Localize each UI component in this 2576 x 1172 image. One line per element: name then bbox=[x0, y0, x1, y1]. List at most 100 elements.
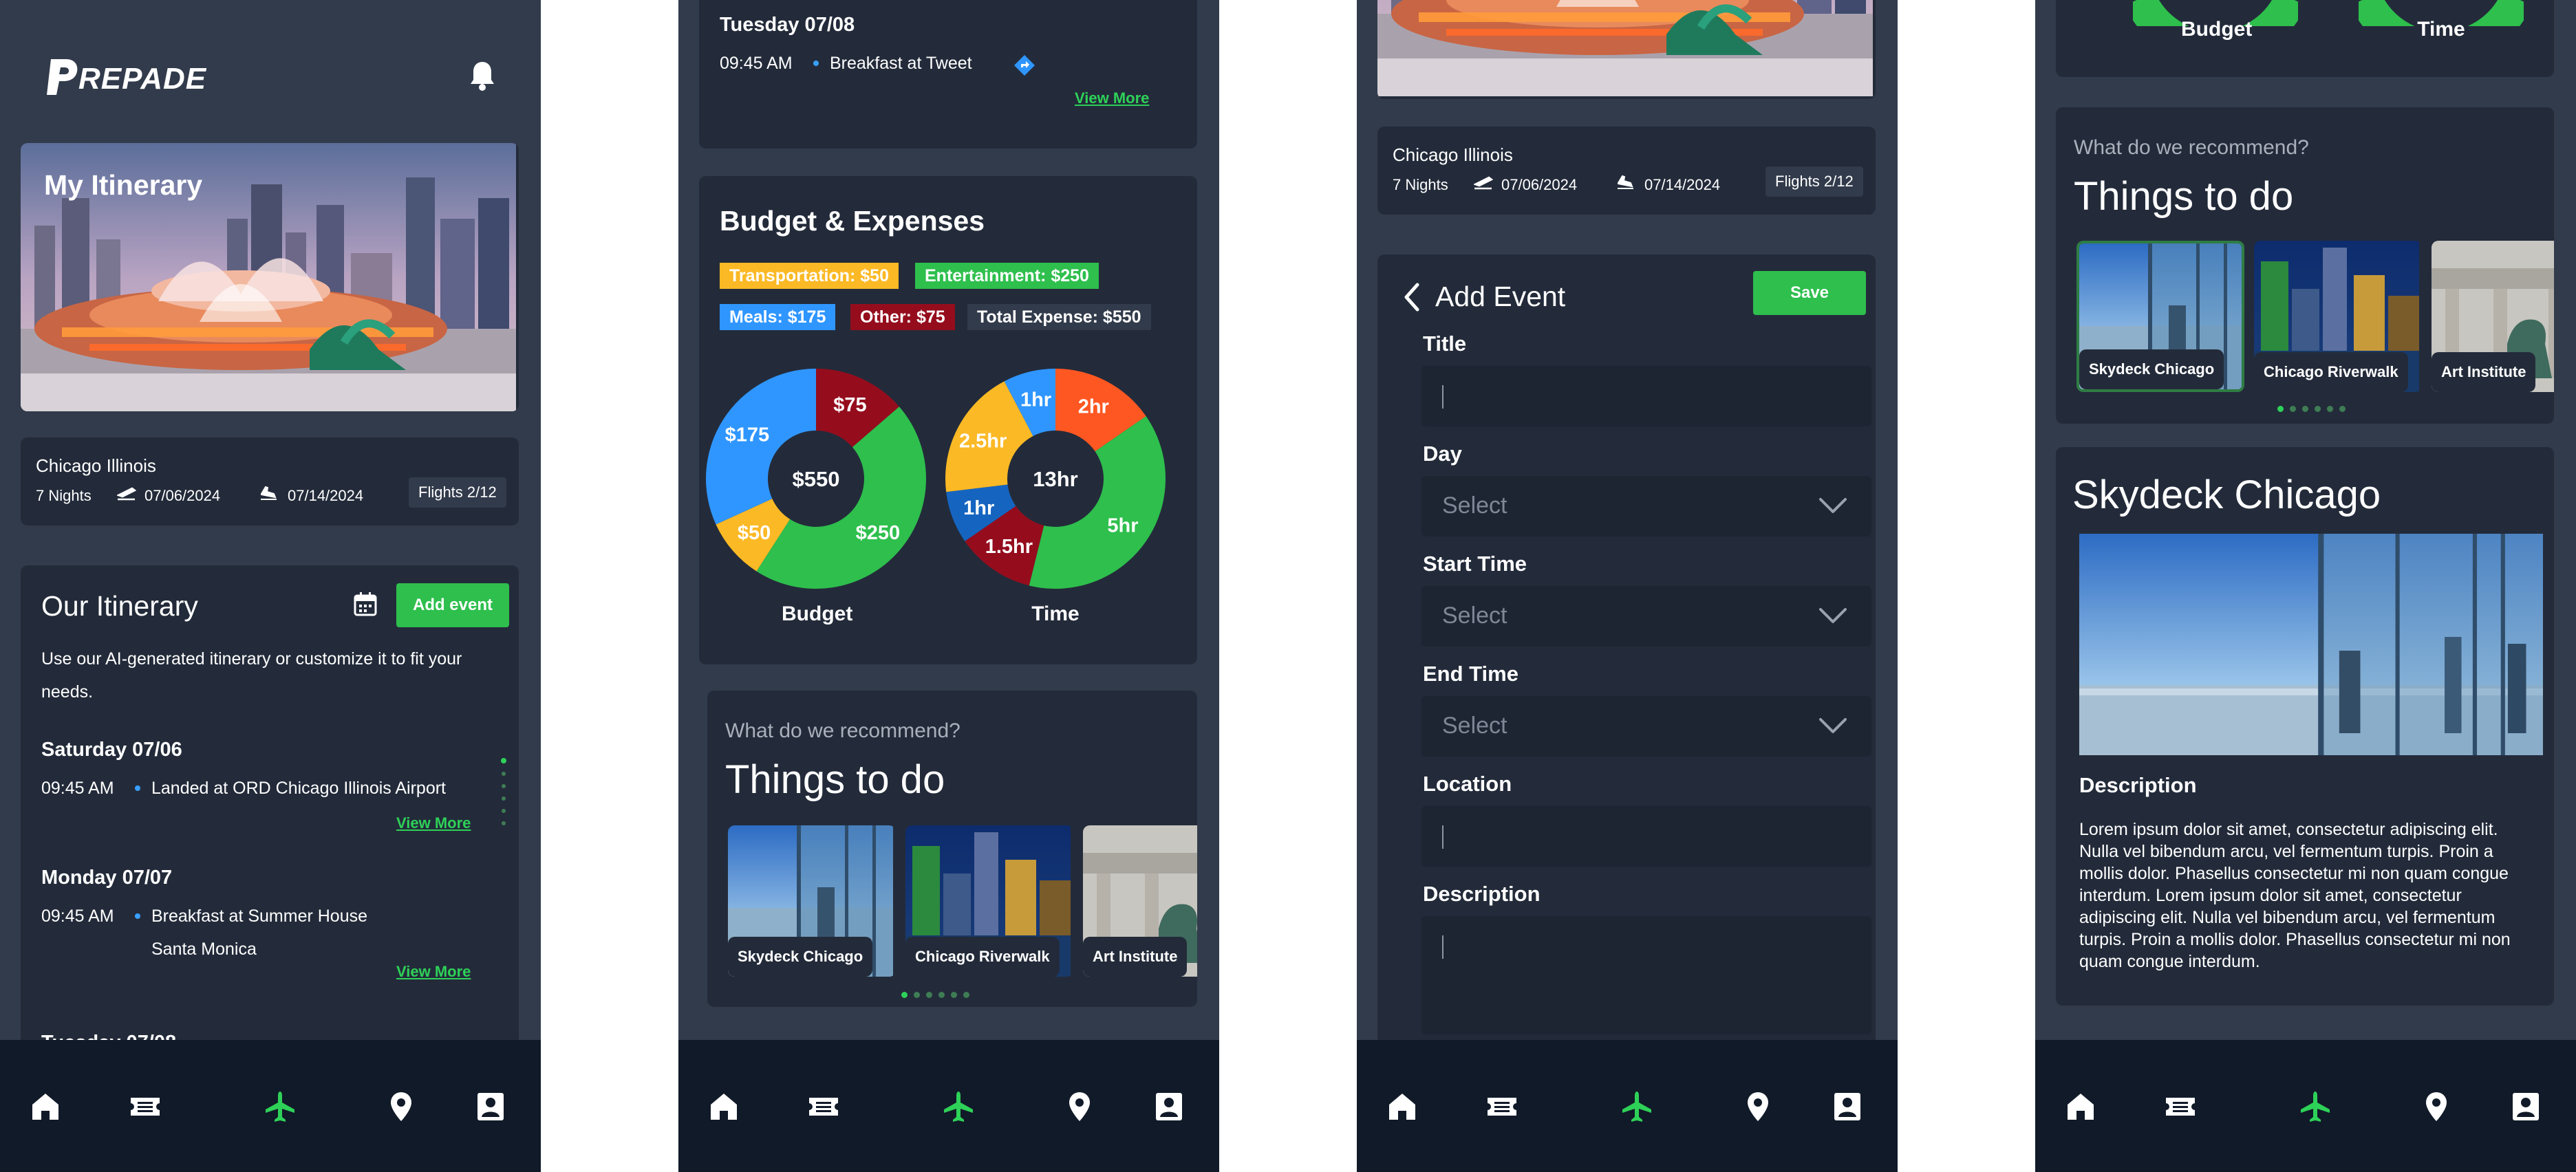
location-input[interactable] bbox=[1421, 806, 1871, 867]
carousel-item[interactable]: Chicago Riverwalk bbox=[2254, 241, 2422, 392]
donut-slice-label: 1hr bbox=[1020, 389, 1051, 411]
plane-icon[interactable] bbox=[941, 1089, 976, 1124]
location-pin-icon[interactable] bbox=[1741, 1089, 1775, 1124]
carousel-item[interactable]: Art Institute bbox=[1083, 825, 1197, 977]
ticket-icon[interactable] bbox=[1485, 1089, 1519, 1124]
carousel-item[interactable]: Skydeck Chicago bbox=[728, 825, 896, 977]
things-carousel[interactable]: Skydeck Chicago Chicago Riverwalk Art In… bbox=[2076, 241, 2554, 395]
add-event-title: Add Event bbox=[1435, 281, 1566, 312]
save-button[interactable]: Save bbox=[1753, 271, 1866, 315]
ticket-icon[interactable] bbox=[128, 1089, 162, 1124]
trip-summary-card: Chicago Illinois 7 Nights 07/06/2024 07/… bbox=[21, 437, 519, 525]
trip-city: Chicago Illinois bbox=[36, 455, 156, 476]
donut-slice-label: $50 bbox=[738, 522, 771, 544]
event-title: Breakfast at Tweet bbox=[830, 54, 972, 73]
location-pin-icon[interactable] bbox=[2419, 1089, 2454, 1124]
budget-chart-caption: Budget bbox=[782, 603, 853, 625]
time-donut-chart: 2hr 5hr 1.5hr 1hr 2.5hr 1hr 13hr bbox=[945, 369, 1166, 589]
chicago-fountain-image bbox=[1377, 0, 1876, 96]
event-time: 09:45 AM bbox=[41, 779, 114, 798]
carousel-item-label: Art Institute bbox=[2432, 352, 2536, 392]
budget-donut-chart: $75 $250 $50 $175 $550 bbox=[706, 369, 926, 589]
carousel-item-selected[interactable]: Skydeck Chicago bbox=[2076, 241, 2244, 392]
profile-card-icon[interactable] bbox=[2509, 1089, 2543, 1124]
other-tag: Other: $75 bbox=[850, 304, 955, 330]
calendar-icon[interactable] bbox=[354, 592, 377, 616]
hero-image-card[interactable]: My Itinerary bbox=[21, 143, 519, 411]
things-carousel[interactable]: Skydeck Chicago Chicago Riverwalk Art In… bbox=[728, 825, 1197, 977]
scroll-indicator[interactable] bbox=[501, 758, 506, 847]
carousel-item[interactable]: Art Institute bbox=[2432, 241, 2554, 392]
view-more-link[interactable]: View More bbox=[396, 963, 471, 981]
attraction-detail-screen: Budget Time What do we recommend? Things… bbox=[2035, 0, 2576, 1172]
transport-tag: Transportation: $50 bbox=[720, 263, 899, 289]
start-time-select[interactable]: Select bbox=[1421, 586, 1871, 647]
description-text: Lorem ipsum dolor sit amet, consectetur … bbox=[2079, 820, 2511, 971]
carousel-item-label: Skydeck Chicago bbox=[2079, 349, 2224, 389]
home-icon[interactable] bbox=[2063, 1089, 2098, 1124]
profile-card-icon[interactable] bbox=[473, 1089, 508, 1124]
flights-badge[interactable]: Flights 2/12 bbox=[409, 477, 506, 508]
bottom-nav bbox=[678, 1040, 1219, 1172]
home-icon[interactable] bbox=[28, 1089, 63, 1124]
event-subtitle: Santa Monica bbox=[151, 940, 257, 959]
budget-screen: Tuesday 07/08 09:45 AM Breakfast at Twee… bbox=[678, 0, 1219, 1172]
donut-slice-label: $250 bbox=[856, 522, 901, 544]
time-chart-caption: Time bbox=[2417, 18, 2465, 41]
donut-slice-label: $175 bbox=[725, 424, 770, 446]
back-arrow-icon[interactable] bbox=[1402, 282, 1421, 312]
start-time-label: Start Time bbox=[1423, 552, 1527, 576]
ticket-icon[interactable] bbox=[2163, 1089, 2198, 1124]
ticket-icon[interactable] bbox=[806, 1089, 841, 1124]
trip-return-date: 07/14/2024 bbox=[288, 487, 364, 504]
home-icon[interactable] bbox=[1385, 1089, 1419, 1124]
title-input[interactable] bbox=[1421, 366, 1871, 426]
skydeck-large-image bbox=[2079, 534, 2543, 755]
meals-tag: Meals: $175 bbox=[720, 304, 836, 330]
profile-card-icon[interactable] bbox=[1152, 1089, 1186, 1124]
recommend-title: Things to do bbox=[2074, 174, 2294, 219]
event-title: Breakfast at Summer House bbox=[151, 907, 368, 926]
carousel-pagination[interactable] bbox=[2277, 403, 2352, 415]
directions-icon[interactable] bbox=[1013, 54, 1036, 77]
carousel-item-label: Art Institute bbox=[1083, 937, 1188, 977]
budget-title: Budget & Expenses bbox=[720, 205, 985, 237]
profile-card-icon[interactable] bbox=[1830, 1089, 1865, 1124]
bell-icon[interactable] bbox=[469, 61, 495, 91]
bottom-nav bbox=[0, 1040, 541, 1172]
plane-icon[interactable] bbox=[1620, 1089, 1654, 1124]
location-pin-icon[interactable] bbox=[384, 1089, 418, 1124]
donut-slice bbox=[706, 369, 816, 525]
plane-icon[interactable] bbox=[2298, 1089, 2332, 1124]
itinerary-intro: Use our AI-generated itinerary or custom… bbox=[41, 649, 462, 702]
end-time-label: End Time bbox=[1423, 662, 1518, 686]
landing-icon bbox=[1617, 175, 1634, 189]
event-time: 09:45 AM bbox=[720, 54, 793, 73]
donut-center-label: 13hr bbox=[1033, 467, 1077, 491]
view-more-link[interactable]: View More bbox=[1075, 89, 1149, 107]
event-bullet bbox=[813, 61, 819, 66]
attraction-title: Skydeck Chicago bbox=[2072, 473, 2381, 517]
itinerary-title: Our Itinerary bbox=[41, 590, 198, 622]
carousel-item[interactable]: Chicago Riverwalk bbox=[905, 825, 1073, 977]
chevron-down-icon bbox=[1819, 608, 1847, 623]
trip-city: Chicago Illinois bbox=[1393, 144, 1513, 165]
trip-nights: 7 Nights bbox=[36, 487, 92, 504]
flights-badge[interactable]: Flights 2/12 bbox=[1765, 166, 1863, 197]
location-pin-icon[interactable] bbox=[1062, 1089, 1097, 1124]
itinerary-screen: REPADE My Itinerary Chicago Illinois 7 N… bbox=[0, 0, 541, 1172]
carousel-pagination[interactable] bbox=[901, 989, 976, 1001]
day-select[interactable]: Select bbox=[1421, 476, 1871, 536]
start-time-value: Select bbox=[1442, 603, 1507, 629]
attraction-detail-card: Skydeck Chicago Description Lorem ipsum … bbox=[2056, 447, 2554, 1006]
recommend-card: What do we recommend? Things to do Skyde… bbox=[2056, 107, 2554, 424]
donut-slice-label: 5hr bbox=[1107, 515, 1138, 537]
plane-icon[interactable] bbox=[263, 1089, 297, 1124]
description-textarea[interactable] bbox=[1421, 916, 1871, 1034]
description-heading: Description bbox=[2079, 773, 2197, 797]
add-event-button[interactable]: Add event bbox=[396, 583, 509, 627]
end-time-select[interactable]: Select bbox=[1421, 696, 1871, 757]
landing-icon bbox=[260, 486, 277, 500]
home-icon[interactable] bbox=[707, 1089, 741, 1124]
view-more-link[interactable]: View More bbox=[396, 814, 471, 832]
